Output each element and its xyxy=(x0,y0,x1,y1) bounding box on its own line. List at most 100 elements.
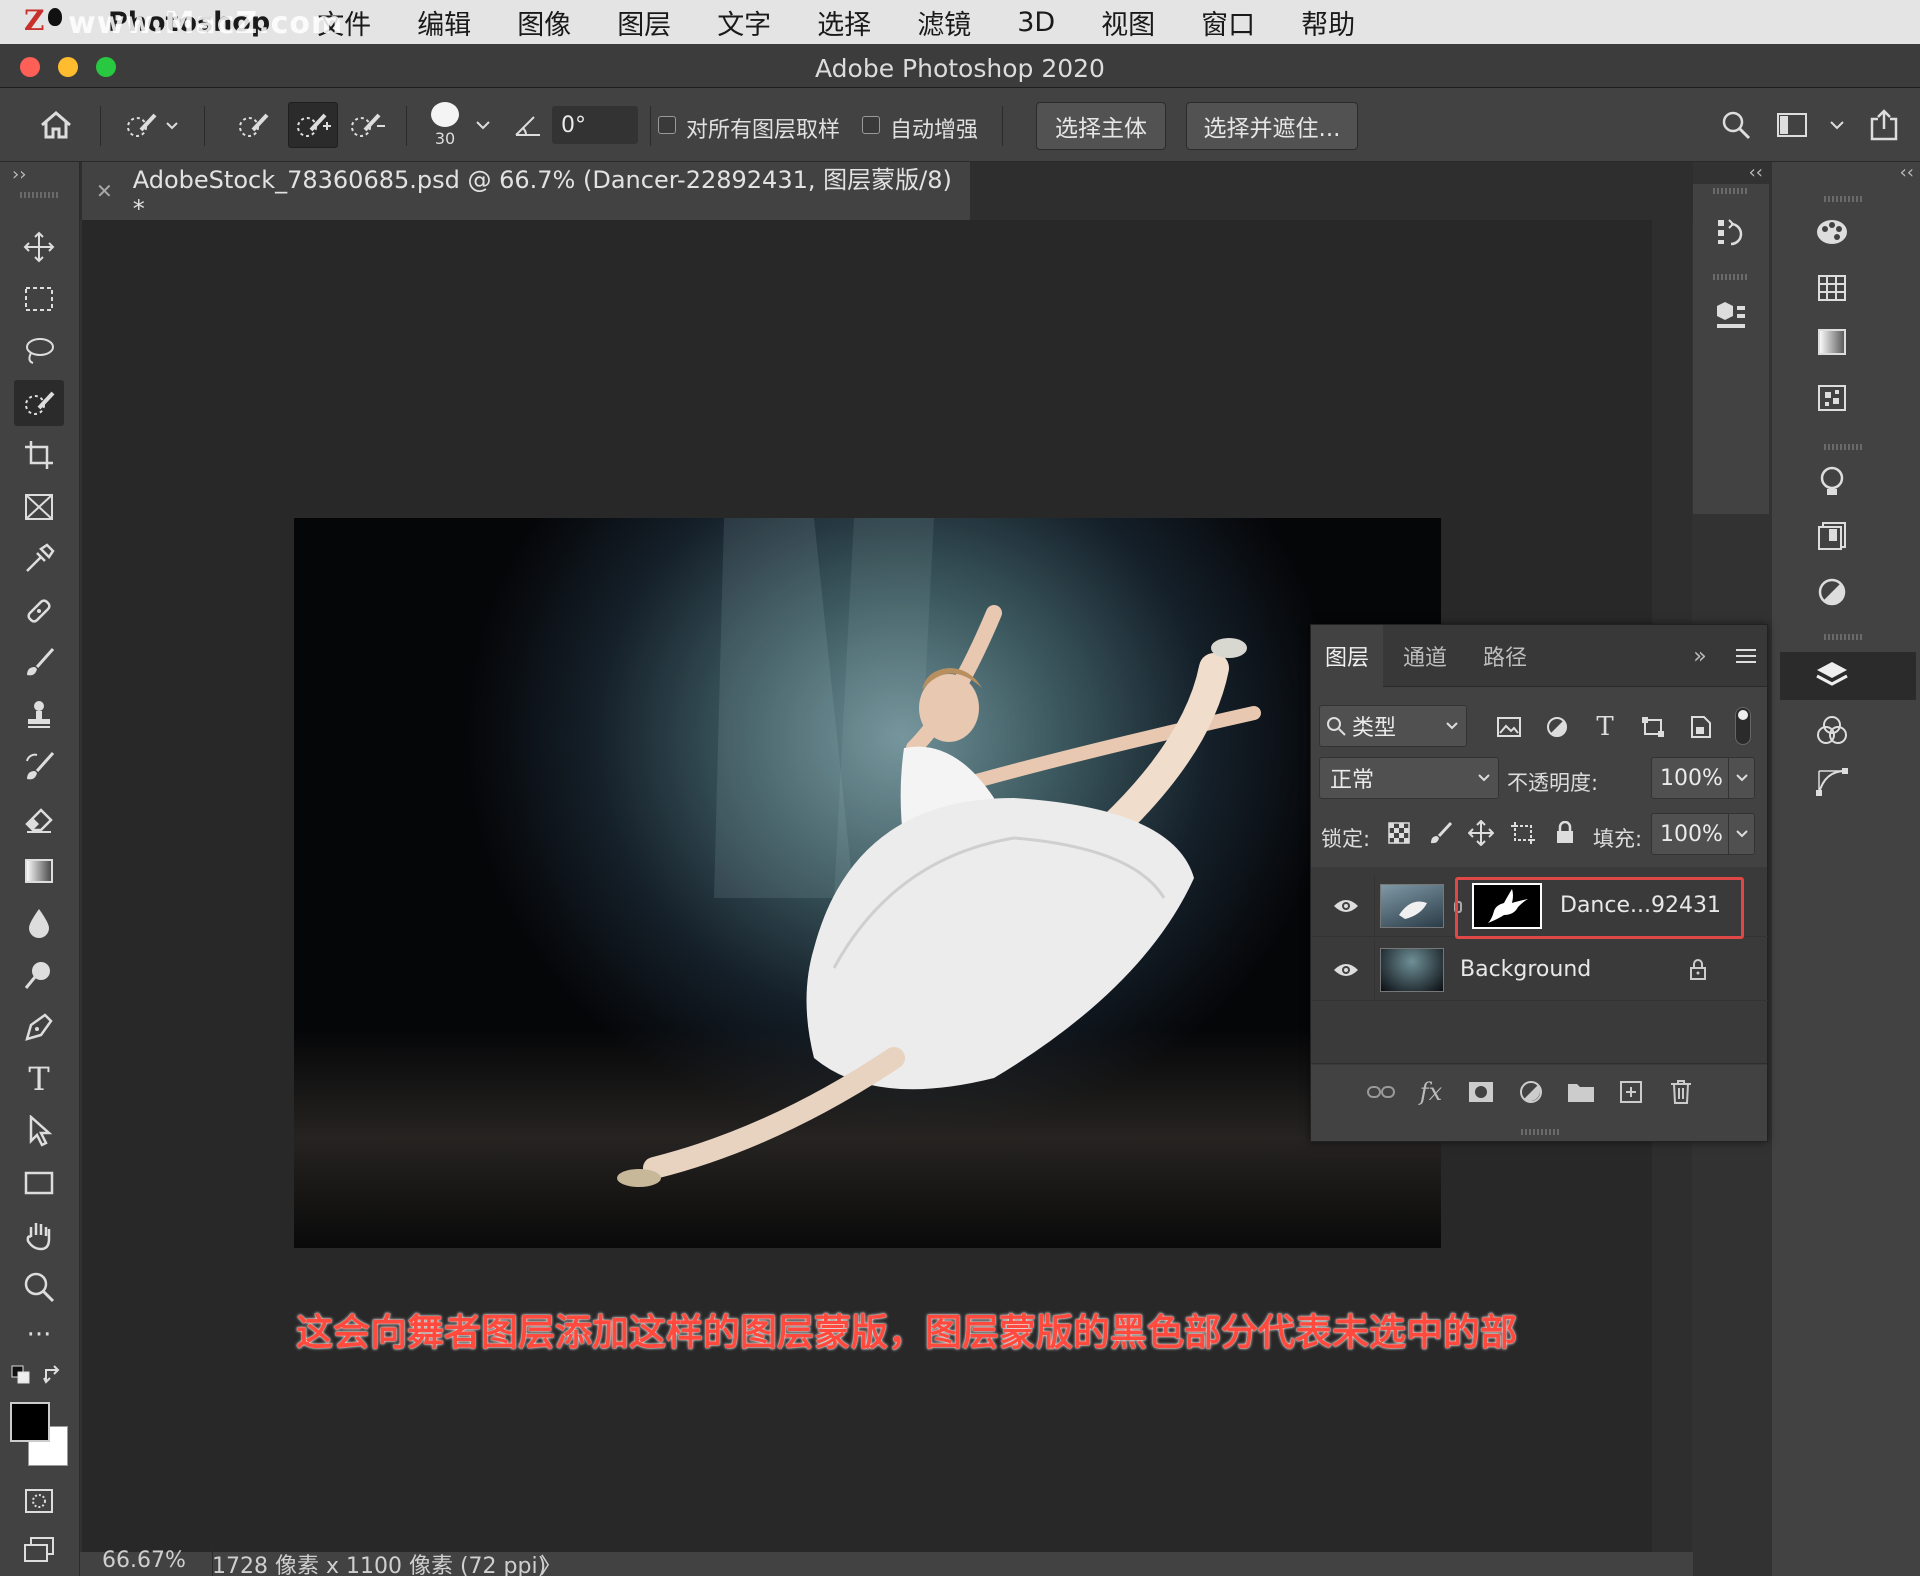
angle-input[interactable]: 0° xyxy=(552,106,638,144)
eraser-tool-icon[interactable] xyxy=(14,796,64,842)
chevron-down-icon[interactable] xyxy=(1728,814,1754,854)
new-adjustment-layer-icon[interactable] xyxy=(1511,1072,1551,1112)
search-icon[interactable] xyxy=(1716,102,1756,148)
move-tool-icon[interactable] xyxy=(14,224,64,270)
layer-filter-select[interactable]: 类型 xyxy=(1319,705,1467,747)
menu-3d[interactable]: 3D xyxy=(1017,7,1055,38)
3d-panel-icon[interactable] xyxy=(1711,294,1751,334)
select-and-mask-button[interactable]: 选择并遮住... xyxy=(1186,102,1358,150)
blur-tool-icon[interactable] xyxy=(14,900,64,946)
opacity-input[interactable]: 100% xyxy=(1651,757,1755,799)
new-layer-icon[interactable] xyxy=(1611,1072,1651,1112)
visibility-eye-icon[interactable] xyxy=(1326,950,1366,990)
expand-panel-icon[interactable]: » xyxy=(1685,625,1715,687)
marquee-tool-icon[interactable] xyxy=(14,276,64,322)
menu-window[interactable]: 窗口 xyxy=(1201,3,1255,42)
libraries-panel-icon[interactable] xyxy=(1812,516,1852,556)
chevron-down-icon[interactable] xyxy=(468,102,498,148)
zoom-level[interactable]: 66.67% xyxy=(102,1548,186,1573)
healing-brush-tool-icon[interactable] xyxy=(14,588,64,634)
history-panel-icon[interactable] xyxy=(1711,212,1751,252)
history-brush-tool-icon[interactable] xyxy=(14,744,64,790)
eyedropper-tool-icon[interactable] xyxy=(14,536,64,582)
quick-mask-icon[interactable] xyxy=(14,1478,64,1524)
layers-panel-tab-active[interactable] xyxy=(1780,652,1916,700)
more-tools-icon[interactable]: ··· xyxy=(14,1312,64,1358)
hand-tool-icon[interactable] xyxy=(14,1212,64,1258)
pen-tool-icon[interactable] xyxy=(14,1004,64,1050)
collapse-dock-icon[interactable]: ‹‹ xyxy=(1749,162,1763,183)
menu-type[interactable]: 文字 xyxy=(717,3,771,42)
menu-layer[interactable]: 图层 xyxy=(617,3,671,42)
workspace-chevron-icon[interactable] xyxy=(1822,102,1852,148)
lock-image-pixels-icon[interactable] xyxy=(1421,813,1461,853)
lock-artboard-icon[interactable] xyxy=(1503,813,1543,853)
workspace-icon[interactable] xyxy=(1772,102,1812,148)
sample-all-layers-checkbox[interactable] xyxy=(658,116,676,134)
menu-help[interactable]: 帮助 xyxy=(1301,3,1355,42)
clone-stamp-tool-icon[interactable] xyxy=(14,692,64,738)
filter-shape-icon[interactable] xyxy=(1633,707,1673,747)
filter-smart-object-icon[interactable] xyxy=(1681,707,1721,747)
type-tool-icon[interactable]: T xyxy=(14,1056,64,1102)
menu-view[interactable]: 视图 xyxy=(1101,3,1155,42)
home-icon[interactable] xyxy=(28,102,84,148)
brush-size-picker[interactable]: 30 xyxy=(420,102,470,148)
collapse-toolbar-icon[interactable]: ›› xyxy=(12,164,26,185)
document-image[interactable] xyxy=(294,518,1441,1248)
paths-panel-icon[interactable] xyxy=(1812,762,1852,802)
auto-enhance-checkbox[interactable] xyxy=(862,116,880,134)
share-icon[interactable] xyxy=(1864,102,1904,148)
foreground-color-swatch[interactable] xyxy=(10,1402,50,1442)
default-colors-icon[interactable] xyxy=(6,1360,36,1390)
menu-filter[interactable]: 滤镜 xyxy=(917,3,971,42)
channels-panel-icon[interactable] xyxy=(1812,710,1852,750)
document-tab[interactable]: ✕ AdobeStock_78360685.psd @ 66.7% (Dance… xyxy=(82,162,970,223)
delete-layer-icon[interactable] xyxy=(1661,1072,1701,1112)
dodge-tool-icon[interactable] xyxy=(14,952,64,998)
filter-adjustment-icon[interactable] xyxy=(1537,707,1577,747)
filter-type-icon[interactable]: T xyxy=(1585,707,1625,747)
add-mask-icon[interactable] xyxy=(1461,1072,1501,1112)
subtract-from-selection-icon[interactable] xyxy=(344,102,390,148)
chevron-down-icon[interactable] xyxy=(1728,758,1754,798)
zoom-tool-icon[interactable] xyxy=(14,1264,64,1310)
new-group-icon[interactable] xyxy=(1561,1072,1601,1112)
brush-tool-icon[interactable] xyxy=(14,640,64,686)
adjustments-panel-icon[interactable] xyxy=(1812,572,1852,612)
close-tab-icon[interactable]: ✕ xyxy=(96,179,113,203)
quick-selection-tool-icon[interactable] xyxy=(14,380,64,426)
lock-all-icon[interactable] xyxy=(1545,813,1585,853)
color-panel-icon[interactable] xyxy=(1812,212,1852,252)
path-selection-tool-icon[interactable] xyxy=(14,1108,64,1154)
new-selection-icon[interactable] xyxy=(232,102,278,148)
filter-toggle-switch[interactable] xyxy=(1735,707,1751,745)
tab-layers[interactable]: 图层 xyxy=(1311,625,1383,687)
blend-mode-select[interactable]: 正常 xyxy=(1319,757,1499,799)
gradient-tool-icon[interactable] xyxy=(14,848,64,894)
fill-input[interactable]: 100% xyxy=(1651,813,1755,855)
panel-menu-icon[interactable] xyxy=(1729,625,1763,687)
layer-row-background[interactable]: Background xyxy=(1312,939,1768,1001)
layer-style-fx-icon[interactable]: fx xyxy=(1411,1072,1451,1112)
frame-tool-icon[interactable] xyxy=(14,484,64,530)
menu-select[interactable]: 选择 xyxy=(817,3,871,42)
apple-icon[interactable] xyxy=(48,8,62,26)
add-to-selection-icon[interactable] xyxy=(288,102,338,148)
lock-transparent-pixels-icon[interactable] xyxy=(1379,813,1419,853)
rectangle-tool-icon[interactable] xyxy=(14,1160,64,1206)
swap-colors-icon[interactable] xyxy=(38,1360,68,1390)
tool-preset-picker[interactable] xyxy=(116,102,190,148)
status-menu-arrow[interactable]: 〉 xyxy=(540,1548,562,1576)
menu-image[interactable]: 图像 xyxy=(517,3,571,42)
layer-lock-icon[interactable] xyxy=(1678,950,1718,990)
learn-panel-icon[interactable] xyxy=(1812,462,1852,502)
layer-name[interactable]: Background xyxy=(1460,957,1591,982)
select-subject-button[interactable]: 选择主体 xyxy=(1036,102,1166,150)
crop-tool-icon[interactable] xyxy=(14,432,64,478)
tab-channels[interactable]: 通道 xyxy=(1387,625,1463,687)
visibility-eye-icon[interactable] xyxy=(1326,886,1366,926)
link-layers-icon[interactable] xyxy=(1361,1072,1401,1112)
menu-edit[interactable]: 编辑 xyxy=(417,3,471,42)
filter-pixel-icon[interactable] xyxy=(1489,707,1529,747)
